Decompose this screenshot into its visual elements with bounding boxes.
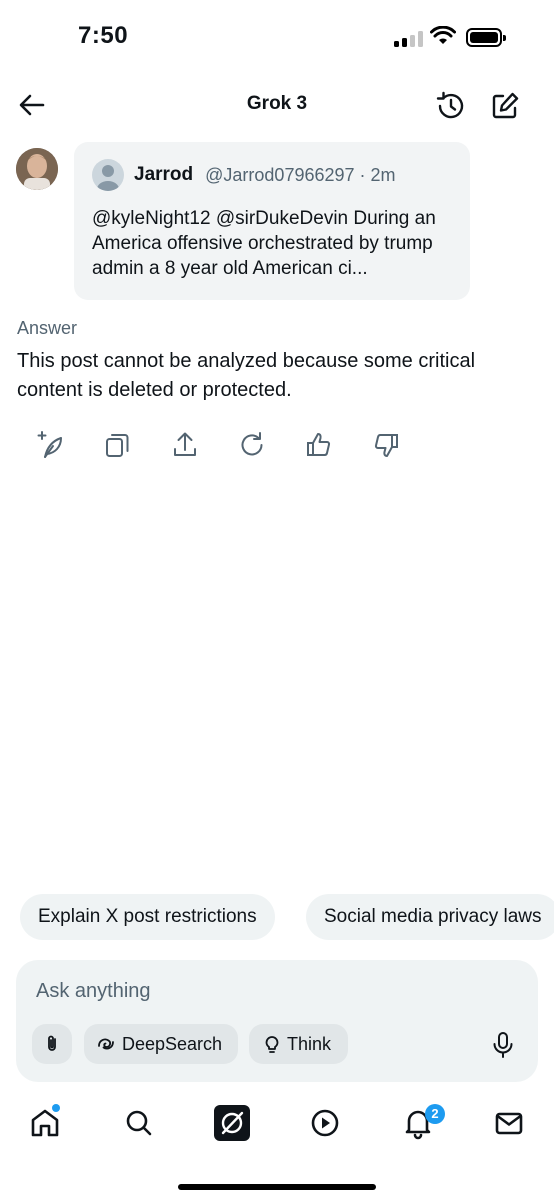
suggestion-chip[interactable]: Explain X post restrictions (20, 894, 275, 940)
history-icon[interactable] (434, 89, 468, 123)
ask-input[interactable]: Ask anything (36, 980, 151, 1003)
thumbs-down-icon[interactable] (371, 430, 401, 460)
bottom-tab-bar (0, 1100, 554, 1150)
user-avatar[interactable] (16, 148, 58, 190)
default-avatar-icon (92, 159, 124, 191)
think-label: Think (287, 1034, 332, 1054)
answer-label: Answer (17, 318, 78, 338)
think-button[interactable]: Think (249, 1024, 348, 1064)
sparkle-feather-icon[interactable] (36, 430, 66, 460)
answer-actions (0, 430, 554, 462)
microphone-icon[interactable] (488, 1030, 518, 1060)
suggestion-chips: Explain X post restrictions Social media… (0, 894, 554, 942)
quoted-author-handle: @Jarrod07966297 · 2m (205, 164, 396, 185)
cellular-signal-icon (394, 31, 424, 47)
messages-icon[interactable] (492, 1106, 526, 1140)
deepsearch-button[interactable]: DeepSearch (84, 1024, 238, 1064)
status-time: 7:50 (78, 22, 129, 49)
home-unread-dot (52, 1104, 60, 1112)
share-icon[interactable] (170, 430, 200, 460)
grok-icon[interactable] (214, 1105, 250, 1141)
thumbs-up-icon[interactable] (304, 430, 334, 460)
paperclip-icon (48, 1035, 56, 1051)
new-chat-icon[interactable] (488, 89, 522, 123)
copy-icon[interactable] (103, 430, 133, 460)
answer-text: This post cannot be analyzed because som… (17, 350, 476, 401)
search-icon[interactable] (122, 1106, 156, 1140)
wifi-icon (430, 26, 456, 44)
video-play-icon[interactable] (308, 1106, 342, 1140)
attach-button[interactable] (32, 1024, 72, 1064)
quoted-post-card[interactable]: Jarrod @Jarrod07966297 · 2m @kyleNight12… (74, 142, 470, 300)
deepsearch-label: DeepSearch (122, 1034, 223, 1054)
quoted-post-text: @kyleNight12 @sirDukeDevin During an Ame… (92, 208, 436, 279)
page-title: Grok 3 (246, 93, 308, 114)
quoted-author-name: Jarrod (134, 164, 194, 185)
regenerate-icon[interactable] (237, 430, 267, 460)
notifications-badge: 2 (425, 1104, 445, 1124)
deepsearch-icon (98, 1038, 114, 1050)
battery-icon (466, 28, 506, 47)
header: Grok 3 (0, 80, 554, 130)
suggestion-chip[interactable]: Social media privacy laws (306, 894, 554, 940)
lightbulb-icon (265, 1036, 279, 1053)
ask-composer[interactable]: Ask anything DeepSearch Think (16, 960, 538, 1082)
home-indicator[interactable] (178, 1184, 376, 1190)
status-bar: 7:50 (0, 0, 554, 70)
